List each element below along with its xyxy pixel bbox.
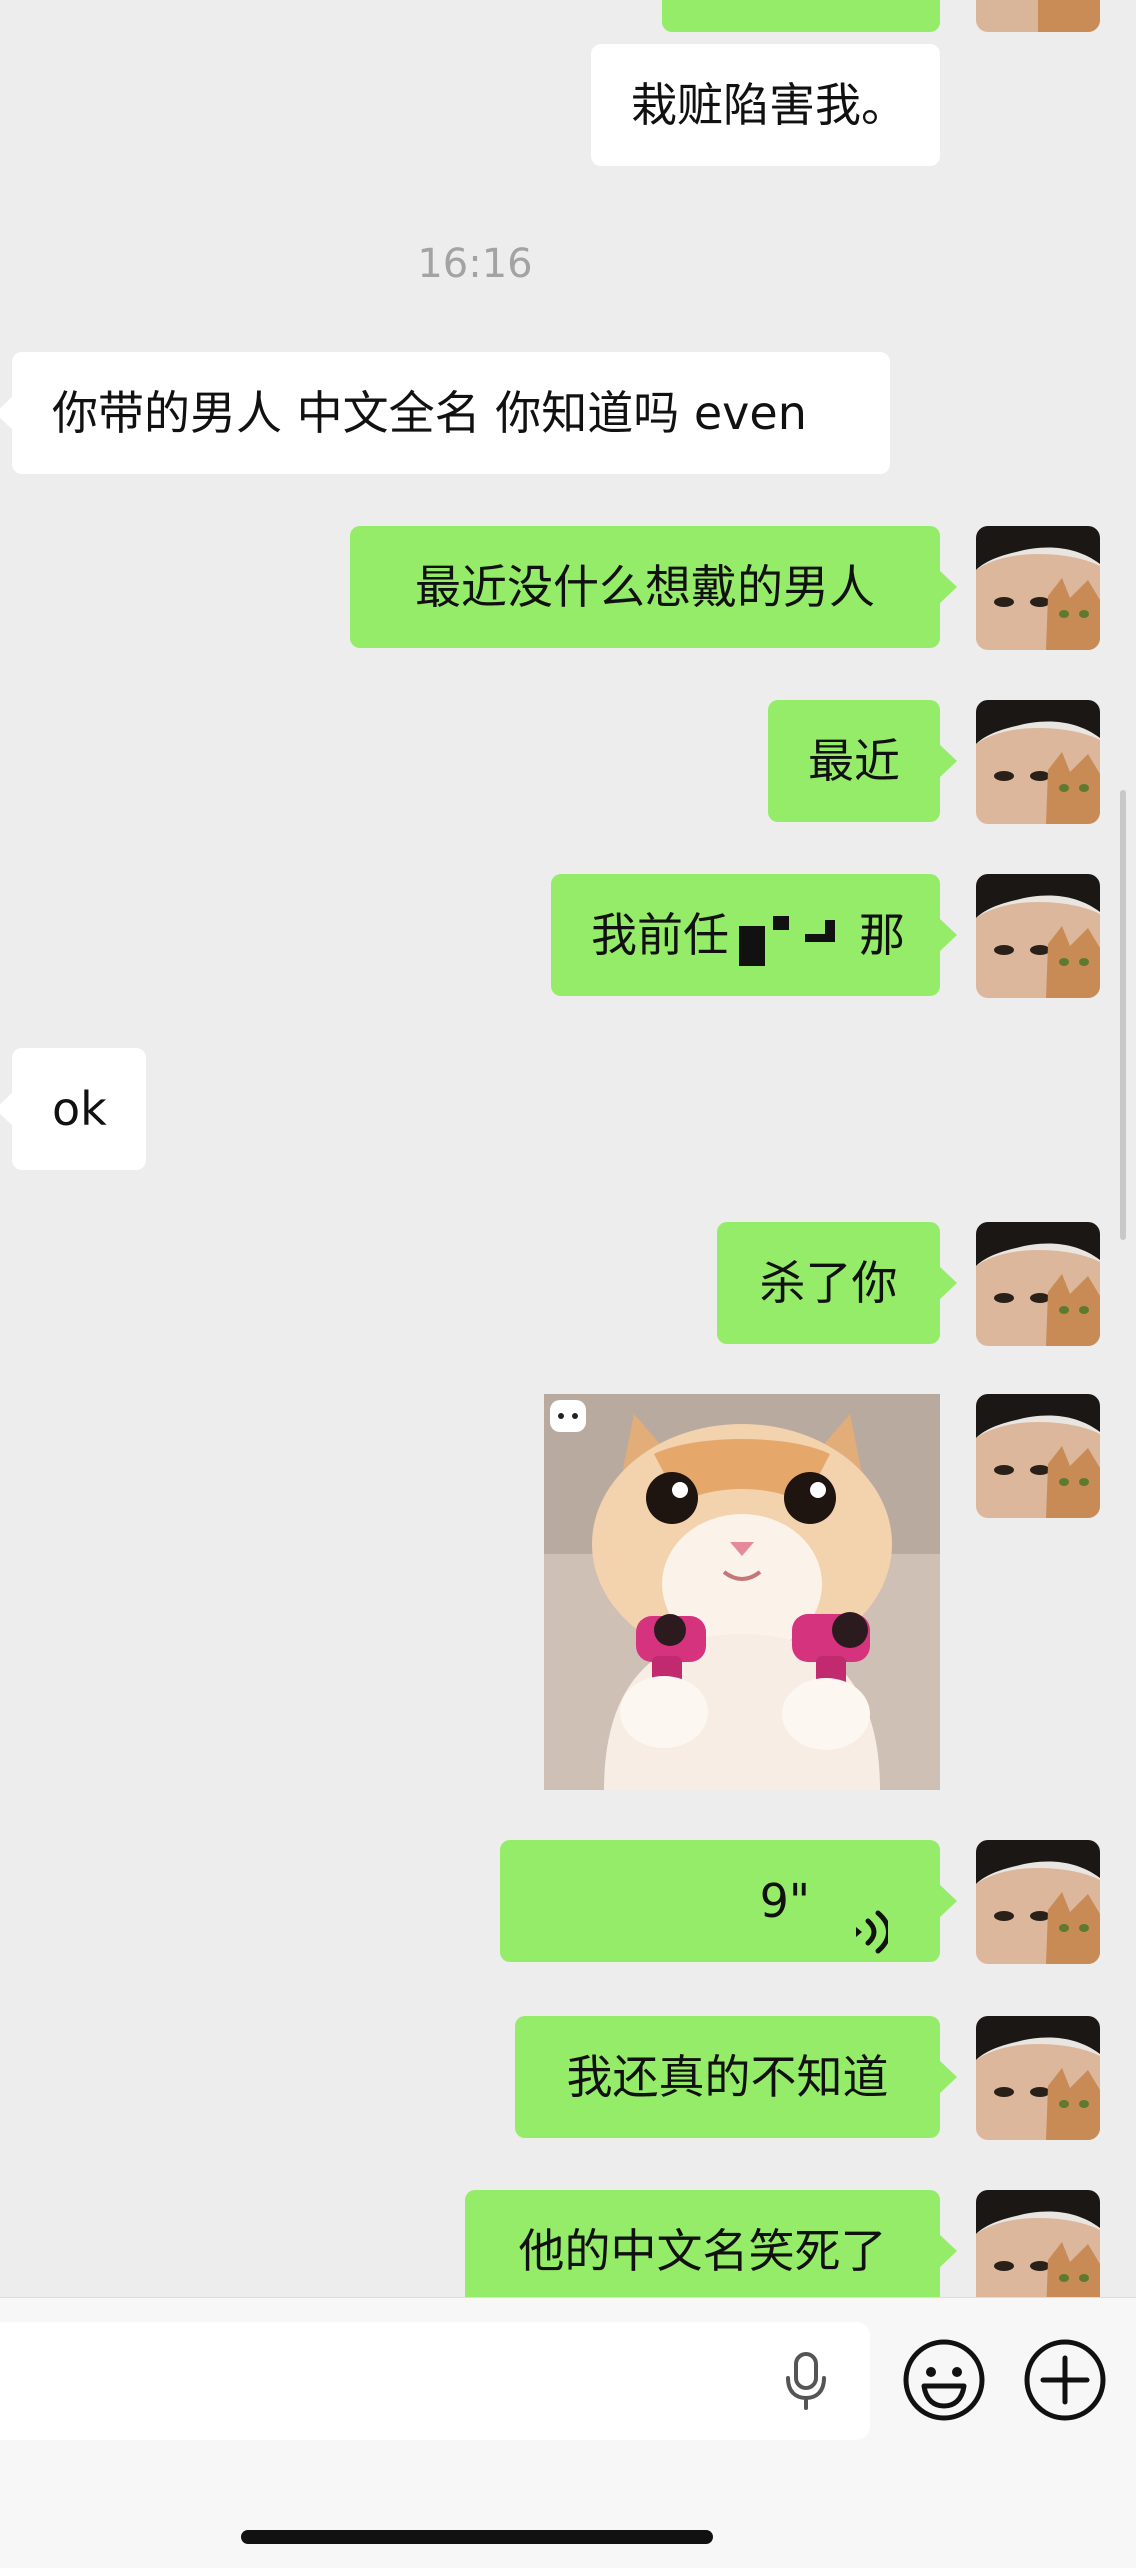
avatar[interactable] bbox=[976, 1394, 1100, 1518]
message-bubble-outgoing[interactable]: 他的中文名笑死了 bbox=[465, 2190, 957, 2297]
chat-area[interactable]: 栽赃陷害我。 16:16 你带的男人 中文全名 你知道吗 even 最近没什么想… bbox=[0, 0, 1136, 2297]
microphone-icon[interactable] bbox=[780, 2350, 832, 2416]
message-bubble-outgoing[interactable]: 我还真的不知道 bbox=[515, 2016, 957, 2138]
message-text: 他的中文名笑死了 bbox=[518, 2224, 887, 2278]
voice-message[interactable]: 9" bbox=[500, 1840, 957, 1962]
message-bubble-partial[interactable] bbox=[662, 0, 940, 32]
voice-wave-icon bbox=[848, 1878, 891, 2000]
avatar[interactable] bbox=[976, 1840, 1100, 1964]
avatar[interactable] bbox=[976, 874, 1100, 998]
message-bubble-outgoing[interactable]: 最近没什么想戴的男人 bbox=[350, 526, 957, 648]
avatar[interactable] bbox=[976, 2016, 1100, 2140]
message-text: ok bbox=[52, 1082, 107, 1136]
scrollbar[interactable] bbox=[1120, 790, 1126, 1240]
avatar[interactable] bbox=[976, 526, 1100, 650]
avatar[interactable] bbox=[976, 0, 1100, 32]
message-input[interactable] bbox=[0, 2322, 870, 2440]
home-indicator[interactable] bbox=[241, 2530, 713, 2544]
redacted-text bbox=[729, 915, 859, 966]
plus-icon[interactable] bbox=[1023, 2338, 1107, 2426]
message-text: 最近 bbox=[808, 734, 900, 788]
voice-duration: 9" bbox=[759, 1874, 810, 1928]
sticker-image[interactable] bbox=[544, 1394, 940, 1790]
message-text: 栽赃陷害我。 bbox=[631, 78, 907, 132]
message-text: 最近没什么想戴的男人 bbox=[415, 560, 875, 614]
message-bubble-outgoing[interactable]: 杀了你 bbox=[717, 1222, 957, 1344]
message-bubble[interactable]: 栽赃陷害我。 bbox=[591, 44, 940, 166]
avatar[interactable] bbox=[976, 700, 1100, 824]
message-bubble-incoming[interactable]: 你带的男人 中文全名 你知道吗 even bbox=[0, 352, 890, 474]
avatar[interactable] bbox=[976, 2190, 1100, 2297]
message-bubble-outgoing[interactable]: 我前任 那 bbox=[551, 874, 957, 996]
time-separator: 16:16 bbox=[417, 241, 533, 287]
avatar[interactable] bbox=[976, 1222, 1100, 1346]
message-text: 我还真的不知道 bbox=[566, 2050, 889, 2104]
message-text: 你带的男人 中文全名 你知道吗 even bbox=[52, 386, 807, 440]
message-text: 我前任 bbox=[591, 908, 729, 962]
message-text: 那 bbox=[859, 908, 905, 962]
emoji-icon[interactable] bbox=[902, 2338, 986, 2426]
message-bubble-incoming[interactable]: ok bbox=[0, 1048, 146, 1170]
message-text: 杀了你 bbox=[759, 1256, 898, 1310]
message-bubble-outgoing[interactable]: 最近 bbox=[768, 700, 957, 822]
